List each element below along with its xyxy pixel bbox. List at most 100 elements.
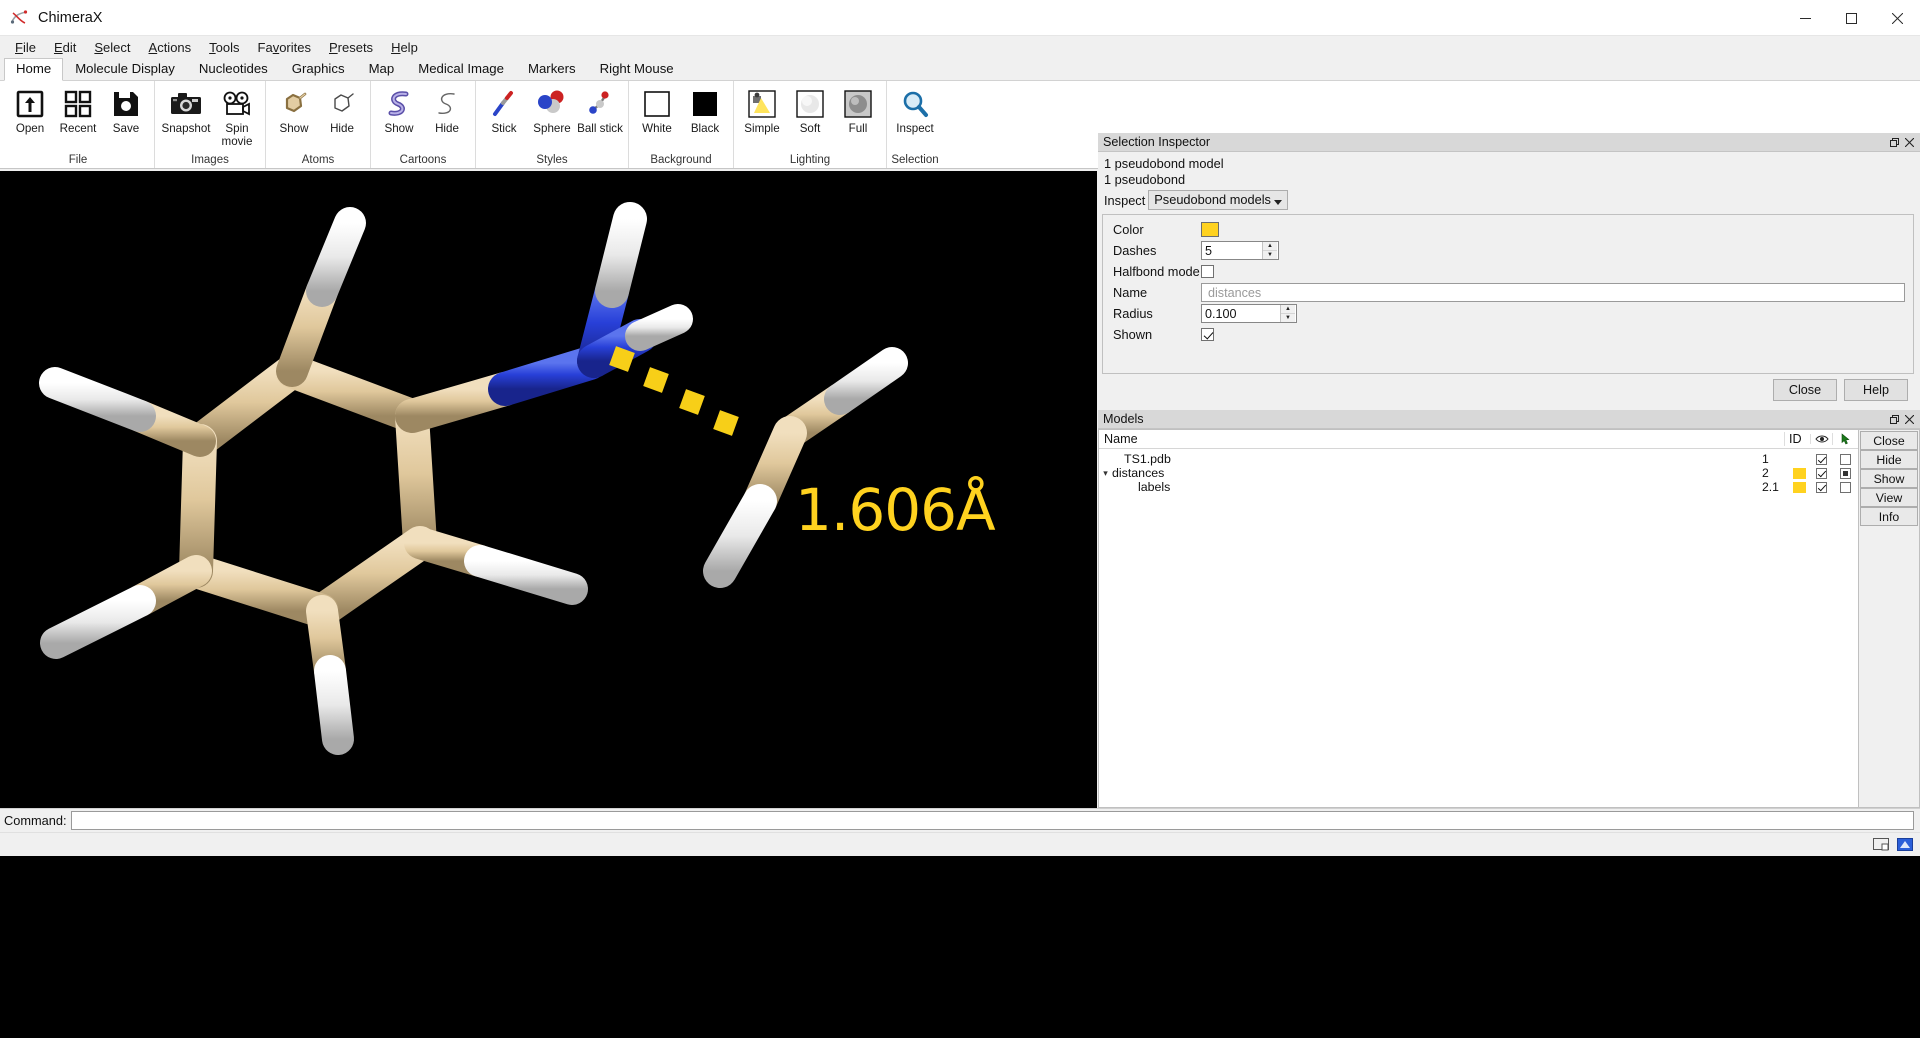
menu-file[interactable]: File	[6, 37, 45, 59]
table-row[interactable]: ▾ distances 2	[1099, 466, 1858, 480]
ribbon-group-atoms-label: Atoms	[301, 154, 335, 166]
dashes-spinbox[interactable]: ▲ ▼	[1201, 241, 1279, 260]
tab-nucleotides[interactable]: Nucleotides	[186, 58, 280, 80]
command-input[interactable]	[74, 812, 1910, 829]
tab-graphics[interactable]: Graphics	[279, 58, 357, 80]
tab-molecule-display[interactable]: Molecule Display	[63, 58, 187, 80]
spin-movie-button[interactable]: Spin movie	[213, 84, 261, 149]
background-white-button[interactable]: White	[633, 84, 681, 137]
halfbond-mode-checkbox[interactable]	[1201, 265, 1214, 278]
chimerax-window: ChimeraX File Edit Select Actions Tools …	[0, 0, 1920, 1038]
dashes-spin-arrows[interactable]: ▲ ▼	[1262, 242, 1277, 259]
radius-spin-arrows[interactable]: ▲ ▼	[1280, 305, 1295, 322]
inspect-type-dropdown[interactable]: Pseudobond models	[1148, 190, 1288, 210]
ribbon-group-images: Snapshot Spin movie Images	[154, 81, 265, 168]
eye-icon[interactable]	[1810, 434, 1832, 444]
radius-label: Radius	[1113, 306, 1153, 321]
model-row-name-2: labels	[1099, 480, 1762, 494]
models-tree[interactable]: Name ID TS1.pdb 1 ▾ distances 2 labels 2…	[1098, 429, 1858, 808]
menu-tools[interactable]: Tools	[200, 37, 248, 59]
inspector-restore-window-icon[interactable]	[1888, 136, 1901, 149]
display-toggle-icon[interactable]	[1872, 837, 1890, 853]
spin-movie-button-label: Spin movie	[221, 122, 253, 148]
tab-home[interactable]: Home	[4, 58, 64, 81]
ribbon-group-file: Open Recent Save File	[2, 81, 154, 168]
inspector-close-button[interactable]: Close	[1773, 379, 1837, 401]
ribbon-group-styles: Stick Sphere Ball stick Styles	[475, 81, 628, 168]
models-titlebar: Models	[1098, 410, 1920, 429]
dashes-spin-down-icon[interactable]: ▼	[1263, 250, 1277, 259]
radius-spin-down-icon[interactable]: ▼	[1281, 313, 1295, 322]
model-shown-checkbox-2[interactable]	[1810, 481, 1832, 493]
inspector-help-button[interactable]: Help	[1844, 379, 1908, 401]
open-button[interactable]: Open	[6, 84, 54, 137]
command-input-wrapper[interactable]	[70, 811, 1914, 830]
model-select-box-1[interactable]	[1832, 467, 1858, 479]
models-show-button[interactable]: Show	[1860, 469, 1918, 488]
ribbon-group-styles-items: Stick Sphere Ball stick	[476, 81, 628, 153]
menu-help[interactable]: Help	[382, 37, 427, 59]
save-button[interactable]: Save	[102, 84, 150, 137]
graphics-viewport[interactable]: 1.606Å	[0, 171, 1097, 808]
atoms-hide-button[interactable]: Hide	[318, 84, 366, 137]
menu-actions[interactable]: Actions	[140, 37, 201, 59]
select-pointer-icon[interactable]	[1832, 433, 1858, 445]
blue-square-icon[interactable]	[1896, 837, 1914, 853]
dashes-input[interactable]	[1202, 242, 1262, 259]
table-row[interactable]: labels 2.1	[1099, 480, 1858, 494]
color-swatch[interactable]	[1201, 222, 1219, 237]
models-close-button[interactable]: Close	[1860, 431, 1918, 450]
minimize-button[interactable]	[1782, 0, 1828, 36]
name-input[interactable]	[1206, 284, 1900, 301]
radius-input[interactable]	[1202, 305, 1280, 322]
name-field[interactable]	[1201, 283, 1905, 302]
shown-checkbox[interactable]	[1201, 328, 1214, 341]
sphere-style-button[interactable]: Sphere	[528, 84, 576, 137]
distance-label: 1.606Å	[795, 476, 996, 544]
lighting-full-button[interactable]: Full	[834, 84, 882, 137]
inspect-button[interactable]: Inspect	[891, 84, 939, 137]
atoms-show-button[interactable]: Show	[270, 84, 318, 137]
cartoon-hide-button[interactable]: Hide	[423, 84, 471, 137]
model-select-box-2[interactable]	[1832, 481, 1858, 493]
select-square-0	[1839, 453, 1851, 465]
recent-button[interactable]: Recent	[54, 84, 102, 137]
tab-markers[interactable]: Markers	[515, 58, 588, 80]
radius-spinbox[interactable]: ▲ ▼	[1201, 304, 1297, 323]
tab-medical-image[interactable]: Medical Image	[406, 58, 516, 80]
radius-spin-up-icon[interactable]: ▲	[1281, 305, 1295, 313]
menu-favorites-rest: orites	[279, 40, 311, 55]
models-restore-window-icon[interactable]	[1888, 413, 1901, 426]
close-button[interactable]	[1874, 0, 1920, 36]
snapshot-button[interactable]: Snapshot	[159, 84, 213, 137]
models-hide-button[interactable]: Hide	[1860, 450, 1918, 469]
name-label: Name	[1113, 285, 1148, 300]
models-view-button[interactable]: View	[1860, 488, 1918, 507]
tab-map[interactable]: Map	[356, 58, 407, 80]
chevron-down-icon[interactable]: ▾	[1099, 468, 1112, 479]
menu-favorites[interactable]: Favorites	[249, 37, 320, 59]
menu-edit[interactable]: Edit	[45, 37, 85, 59]
models-info-button[interactable]: Info	[1860, 507, 1918, 526]
lighting-simple-button[interactable]: Simple	[738, 84, 786, 137]
stick-style-button[interactable]: Stick	[480, 84, 528, 137]
menu-presets[interactable]: Presets	[320, 37, 382, 59]
table-row[interactable]: TS1.pdb 1	[1099, 452, 1858, 466]
model-select-box-0[interactable]	[1832, 453, 1858, 465]
menu-select[interactable]: Select	[85, 37, 139, 59]
cartoon-show-button[interactable]: Show	[375, 84, 423, 137]
model-shown-checkbox-1[interactable]	[1810, 467, 1832, 479]
field-row-dashes: Dashes ▲ ▼	[1113, 241, 1905, 260]
maximize-button[interactable]	[1828, 0, 1874, 36]
lighting-soft-button[interactable]: Soft	[786, 84, 834, 137]
field-row-radius: Radius ▲ ▼	[1113, 304, 1905, 323]
models-close-icon[interactable]	[1903, 413, 1916, 426]
tab-right-mouse[interactable]: Right Mouse	[587, 58, 686, 80]
inspector-close-icon[interactable]	[1903, 136, 1916, 149]
ball-stick-style-button[interactable]: Ball stick	[576, 84, 624, 137]
dashes-spin-up-icon[interactable]: ▲	[1263, 242, 1277, 250]
model-color-cell-2[interactable]	[1788, 481, 1810, 493]
background-black-button[interactable]: Black	[681, 84, 729, 137]
model-color-cell-1[interactable]	[1788, 467, 1810, 479]
model-shown-checkbox-0[interactable]	[1810, 453, 1832, 465]
